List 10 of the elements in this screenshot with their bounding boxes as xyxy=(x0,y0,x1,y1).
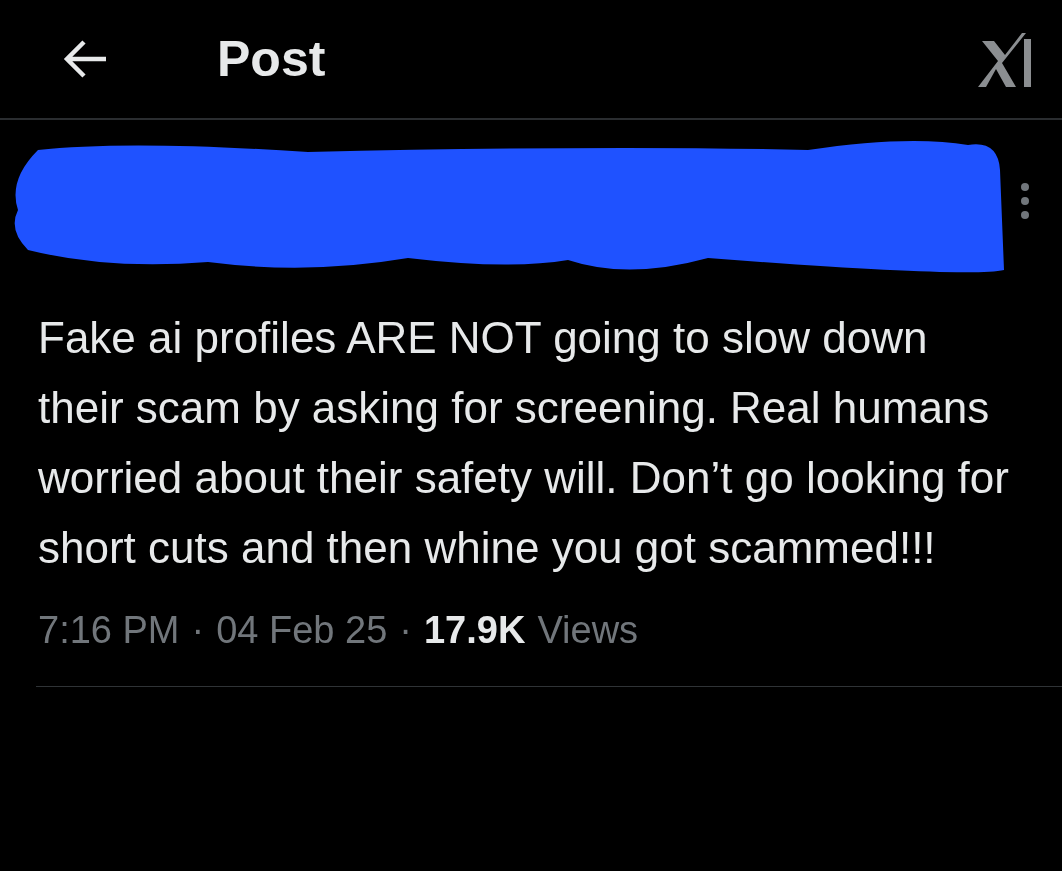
separator: · xyxy=(191,609,205,652)
post-text: Fake ai profiles ARE NOT going to slow down their scam by asking for screening. Real humans worried about their safety will. Don’t go looking for short cuts and then whine you got scammed!!! xyxy=(38,312,1010,574)
views-label: Views xyxy=(537,609,639,652)
views-count: 17.9K xyxy=(424,609,526,652)
page-title: Post xyxy=(217,30,327,88)
post-time: 7:16 PM xyxy=(38,609,180,652)
post-date: 04 Feb 25 xyxy=(216,609,388,652)
separator: · xyxy=(399,609,412,652)
more-options-icon[interactable] xyxy=(1020,182,1030,220)
back-arrow-icon xyxy=(62,39,108,79)
